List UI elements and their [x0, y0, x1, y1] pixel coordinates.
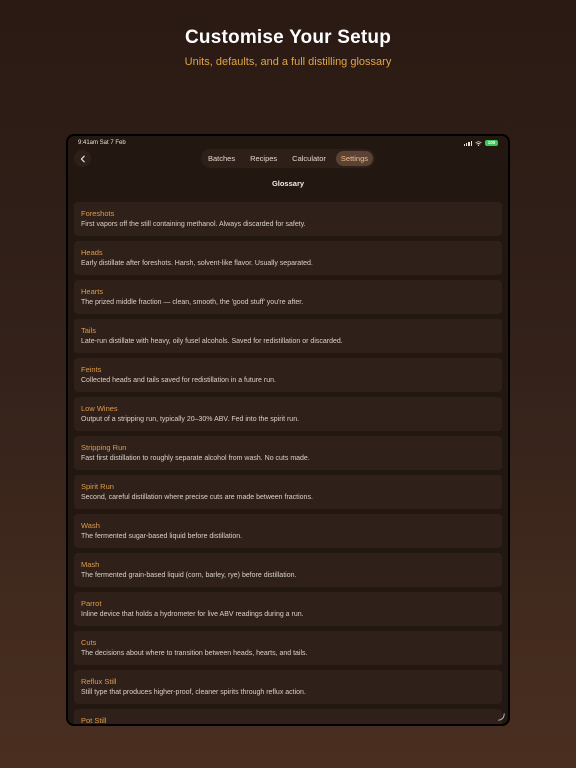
glossary-definition: Collected heads and tails saved for redi… [81, 377, 276, 384]
back-button[interactable] [74, 150, 91, 167]
glossary-term: Low Wines [81, 404, 118, 413]
glossary-term: Hearts [81, 287, 104, 296]
back-chevron-icon [80, 155, 85, 162]
tab-calculator[interactable]: Calculator [287, 151, 331, 166]
glossary-item-low-wines: Low Wines Output of a stripping run, typ… [74, 397, 502, 431]
glossary-term: Foreshots [81, 209, 115, 218]
glossary-item-mash: Mash The fermented grain-based liquid (c… [74, 553, 502, 587]
glossary-item-cuts: Cuts The decisions about where to transi… [74, 631, 502, 665]
glossary-term: Tails [81, 326, 97, 335]
glossary-term: Spirit Run [81, 482, 114, 491]
glossary-term: Feints [81, 365, 102, 374]
glossary-definition: Fast first distillation to roughly separ… [81, 455, 310, 462]
glossary-item-tails: Tails Late-run distillate with heavy, oi… [74, 319, 502, 353]
wifi-icon [475, 140, 482, 146]
glossary-definition: The fermented sugar-based liquid before … [81, 533, 243, 540]
tab-recipes[interactable]: Recipes [245, 151, 282, 166]
glossary-term: Reflux Still [81, 677, 117, 686]
battery-icon: 100 [485, 140, 498, 146]
tab-settings[interactable]: Settings [335, 151, 373, 166]
glossary-definition: Inline device that holds a hydrometer fo… [81, 611, 304, 618]
scroll-indicator-icon[interactable] [497, 713, 505, 721]
screen-title: Glossary [271, 179, 305, 188]
glossary-definition: Output of a stripping run, typically 20–… [81, 416, 300, 423]
glossary-term: Stripping Run [81, 443, 127, 452]
glossary-item-parrot: Parrot Inline device that holds a hydrom… [74, 592, 502, 626]
glossary-item-wash: Wash The fermented sugar-based liquid be… [74, 514, 502, 548]
glossary-definition: Late-run distillate with heavy, oily fus… [81, 338, 343, 345]
glossary-item-pot-still: Pot Still [74, 709, 502, 724]
glossary-item-heads: Heads Early distillate after foreshots. … [74, 241, 502, 275]
glossary-term: Wash [81, 521, 100, 530]
status-icons: 100 [463, 140, 498, 146]
status-time: 9:41am Sat 7 Feb [78, 140, 126, 146]
glossary-definition: Early distillate after foreshots. Harsh,… [81, 260, 313, 267]
promo-title: Customise Your Setup [185, 27, 391, 48]
glossary-item-feints: Feints Collected heads and tails saved f… [74, 358, 502, 392]
ipad-frame: 9:41am Sat 7 Feb 100 Batches Recipes Cal… [66, 134, 510, 726]
glossary-definition: First vapors off the still containing me… [81, 221, 306, 228]
glossary-item-foreshots: Foreshots First vapors off the still con… [74, 202, 502, 236]
signal-icon [463, 140, 472, 146]
glossary-term: Parrot [81, 599, 102, 608]
glossary-definition: The prized middle fraction — clean, smoo… [81, 299, 304, 306]
glossary-definition: The decisions about where to transition … [81, 650, 308, 657]
app-screen: 9:41am Sat 7 Feb 100 Batches Recipes Cal… [68, 136, 508, 724]
glossary-item-stripping-run: Stripping Run Fast first distillation to… [74, 436, 502, 470]
glossary-definition: The fermented grain-based liquid (corn, … [81, 572, 297, 579]
glossary-term: Heads [81, 248, 103, 257]
glossary-item-hearts: Hearts The prized middle fraction — clea… [74, 280, 502, 314]
tab-bar: Batches Recipes Calculator Settings [201, 149, 375, 168]
glossary-term: Cuts [81, 638, 97, 647]
glossary-item-reflux-still: Reflux Still Still type that produces hi… [74, 670, 502, 704]
glossary-list[interactable]: Foreshots First vapors off the still con… [74, 202, 502, 724]
glossary-term: Pot Still [81, 716, 107, 724]
tab-batches[interactable]: Batches [203, 151, 240, 166]
glossary-definition: Second, careful distillation where preci… [81, 494, 313, 501]
glossary-term: Mash [81, 560, 100, 569]
glossary-item-spirit-run: Spirit Run Second, careful distillation … [74, 475, 502, 509]
promo-subtitle: Units, defaults, and a full distilling g… [184, 56, 392, 68]
glossary-definition: Still type that produces higher-proof, c… [81, 689, 306, 696]
